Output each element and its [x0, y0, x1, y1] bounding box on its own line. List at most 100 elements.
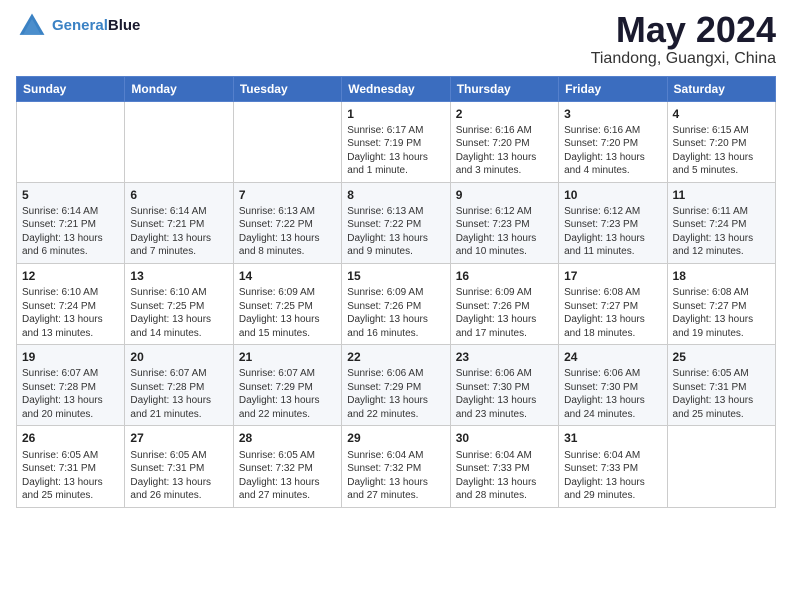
day-number: 24	[564, 349, 661, 365]
day-number: 29	[347, 430, 444, 446]
day-number: 16	[456, 268, 553, 284]
daylight-hours: Daylight: 13 hours and 25 minutes.	[22, 476, 119, 503]
sunrise: Sunrise: 6:13 AM	[239, 205, 336, 219]
sunset: Sunset: 7:25 PM	[130, 300, 227, 314]
daylight-hours: Daylight: 13 hours and 19 minutes.	[673, 313, 770, 340]
cell-content: 27Sunrise: 6:05 AMSunset: 7:31 PMDayligh…	[130, 430, 227, 502]
day-number: 22	[347, 349, 444, 365]
sunrise: Sunrise: 6:17 AM	[347, 124, 444, 138]
calendar-cell: 1 Sunrise: 6:17 AMSunset: 7:19 PMDaylight…	[342, 101, 450, 182]
calendar-week-row: 5Sunrise: 6:14 AMSunset: 7:21 PMDaylight…	[17, 182, 776, 263]
day-number: 28	[239, 430, 336, 446]
day-number: 10	[564, 187, 661, 203]
cell-content: 14Sunrise: 6:09 AMSunset: 7:25 PMDayligh…	[239, 268, 336, 340]
day-number: 1	[347, 106, 444, 122]
calendar-cell: 28Sunrise: 6:05 AMSunset: 7:32 PMDayligh…	[233, 426, 341, 507]
cell-content: 29Sunrise: 6:04 AMSunset: 7:32 PMDayligh…	[347, 430, 444, 502]
calendar-cell: 7Sunrise: 6:13 AMSunset: 7:22 PMDaylight…	[233, 182, 341, 263]
daylight-hours: Daylight: 13 hours and 1 minute.	[347, 151, 444, 178]
calendar-cell: 30Sunrise: 6:04 AMSunset: 7:33 PMDayligh…	[450, 426, 558, 507]
cell-content: 8Sunrise: 6:13 AMSunset: 7:22 PMDaylight…	[347, 187, 444, 259]
sunrise: Sunrise: 6:15 AM	[673, 124, 770, 138]
daylight-hours: Daylight: 13 hours and 5 minutes.	[673, 151, 770, 178]
cell-content: 13 Sunrise: 6:10 AMSunset: 7:25 PMDayligh…	[130, 268, 227, 340]
day-number: 26	[22, 430, 119, 446]
day-number: 11	[673, 187, 770, 203]
sunrise: Sunrise: 6:10 AM	[130, 286, 227, 300]
daylight-hours: Daylight: 13 hours and 24 minutes.	[564, 394, 661, 421]
sunset: Sunset: 7:24 PM	[673, 218, 770, 232]
sunset: Sunset: 7:31 PM	[673, 381, 770, 395]
sunrise: Sunrise: 6:14 AM	[22, 205, 119, 219]
day-number: 25	[673, 349, 770, 365]
sunrise: Sunrise: 6:08 AM	[564, 286, 661, 300]
sunrise: Sunrise: 6:13 AM	[347, 205, 444, 219]
daylight-hours: Daylight: 13 hours and 22 minutes.	[347, 394, 444, 421]
sunset: Sunset: 7:21 PM	[22, 218, 119, 232]
sunset: Sunset: 7:30 PM	[456, 381, 553, 395]
weekday-header-cell: Tuesday	[233, 76, 341, 101]
sunset: Sunset: 7:26 PM	[456, 300, 553, 314]
sunset: Sunset: 7:19 PM	[347, 137, 444, 151]
calendar-cell: 26Sunrise: 6:05 AMSunset: 7:31 PMDayligh…	[17, 426, 125, 507]
day-number: 12	[22, 268, 119, 284]
cell-content: 25Sunrise: 6:05 AMSunset: 7:31 PMDayligh…	[673, 349, 770, 421]
sunset: Sunset: 7:23 PM	[456, 218, 553, 232]
calendar-cell: 17Sunrise: 6:08 AMSunset: 7:27 PMDayligh…	[559, 263, 667, 344]
sunset: Sunset: 7:22 PM	[239, 218, 336, 232]
cell-content: 17Sunrise: 6:08 AMSunset: 7:27 PMDayligh…	[564, 268, 661, 340]
sunset: Sunset: 7:32 PM	[239, 462, 336, 476]
calendar-week-row: 12Sunrise: 6:10 AMSunset: 7:24 PMDayligh…	[17, 263, 776, 344]
day-number: 5	[22, 187, 119, 203]
sunrise: Sunrise: 6:05 AM	[673, 367, 770, 381]
header: GeneralBlue May 2024 Tiandong, Guangxi, …	[16, 10, 776, 68]
calendar-cell: 12Sunrise: 6:10 AMSunset: 7:24 PMDayligh…	[17, 263, 125, 344]
sunset: Sunset: 7:20 PM	[456, 137, 553, 151]
daylight-hours: Daylight: 13 hours and 4 minutes.	[564, 151, 661, 178]
month-title: May 2024	[591, 10, 776, 50]
day-number: 14	[239, 268, 336, 284]
cell-content: 24Sunrise: 6:06 AMSunset: 7:30 PMDayligh…	[564, 349, 661, 421]
calendar-cell: 13 Sunrise: 6:10 AMSunset: 7:25 PMDayligh…	[125, 263, 233, 344]
calendar-cell: 18Sunrise: 6:08 AMSunset: 7:27 PMDayligh…	[667, 263, 775, 344]
day-number: 18	[673, 268, 770, 284]
cell-content: 20Sunrise: 6:07 AMSunset: 7:28 PMDayligh…	[130, 349, 227, 421]
day-number: 9	[456, 187, 553, 203]
sunrise: Sunrise: 6:06 AM	[456, 367, 553, 381]
sunrise: Sunrise: 6:10 AM	[22, 286, 119, 300]
sunrise: Sunrise: 6:09 AM	[347, 286, 444, 300]
calendar-cell: 31Sunrise: 6:04 AMSunset: 7:33 PMDayligh…	[559, 426, 667, 507]
weekday-header-row: SundayMondayTuesdayWednesdayThursdayFrid…	[17, 76, 776, 101]
daylight-hours: Daylight: 13 hours and 22 minutes.	[239, 394, 336, 421]
weekday-header-cell: Friday	[559, 76, 667, 101]
daylight-hours: Daylight: 13 hours and 12 minutes.	[673, 232, 770, 259]
logo: GeneralBlue	[16, 10, 140, 42]
day-number: 4	[673, 106, 770, 122]
cell-content: 11 Sunrise: 6:11 AMSunset: 7:24 PMDayligh…	[673, 187, 770, 259]
day-number: 6	[130, 187, 227, 203]
calendar-cell: 8Sunrise: 6:13 AMSunset: 7:22 PMDaylight…	[342, 182, 450, 263]
cell-content: 18Sunrise: 6:08 AMSunset: 7:27 PMDayligh…	[673, 268, 770, 340]
sunrise: Sunrise: 6:11 AM	[673, 205, 770, 219]
calendar-cell: 29Sunrise: 6:04 AMSunset: 7:32 PMDayligh…	[342, 426, 450, 507]
daylight-hours: Daylight: 13 hours and 17 minutes.	[456, 313, 553, 340]
day-number: 13	[130, 268, 227, 284]
day-number: 31	[564, 430, 661, 446]
sunrise: Sunrise: 6:07 AM	[22, 367, 119, 381]
sunrise: Sunrise: 6:08 AM	[673, 286, 770, 300]
daylight-hours: Daylight: 13 hours and 6 minutes.	[22, 232, 119, 259]
sunset: Sunset: 7:31 PM	[22, 462, 119, 476]
daylight-hours: Daylight: 13 hours and 13 minutes.	[22, 313, 119, 340]
daylight-hours: Daylight: 13 hours and 14 minutes.	[130, 313, 227, 340]
day-number: 23	[456, 349, 553, 365]
sunset: Sunset: 7:29 PM	[347, 381, 444, 395]
sunset: Sunset: 7:28 PM	[130, 381, 227, 395]
location: Tiandong, Guangxi, China	[591, 50, 776, 68]
cell-content: 3Sunrise: 6:16 AMSunset: 7:20 PMDaylight…	[564, 106, 661, 178]
daylight-hours: Daylight: 13 hours and 9 minutes.	[347, 232, 444, 259]
calendar-cell	[667, 426, 775, 507]
sunrise: Sunrise: 6:16 AM	[456, 124, 553, 138]
calendar-week-row: 26Sunrise: 6:05 AMSunset: 7:31 PMDayligh…	[17, 426, 776, 507]
cell-content: 10Sunrise: 6:12 AMSunset: 7:23 PMDayligh…	[564, 187, 661, 259]
cell-content: 9Sunrise: 6:12 AMSunset: 7:23 PMDaylight…	[456, 187, 553, 259]
